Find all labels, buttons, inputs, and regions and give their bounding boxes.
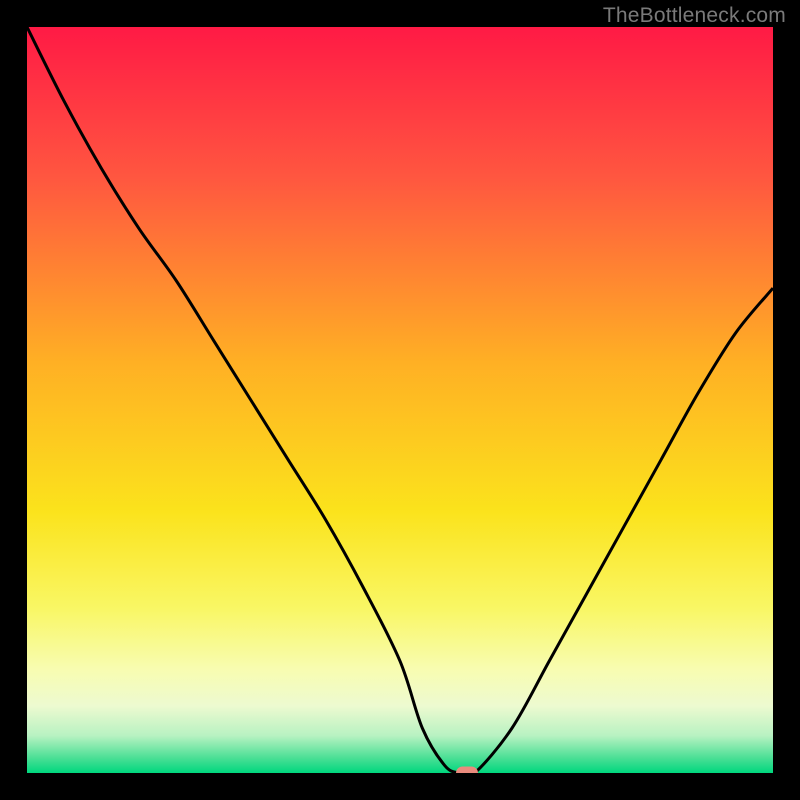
plot-area: [27, 27, 773, 773]
watermark-text: TheBottleneck.com: [603, 4, 786, 28]
chart-frame: TheBottleneck.com: [0, 0, 800, 800]
optimal-point-marker: [456, 767, 478, 774]
bottleneck-curve: [27, 27, 773, 773]
